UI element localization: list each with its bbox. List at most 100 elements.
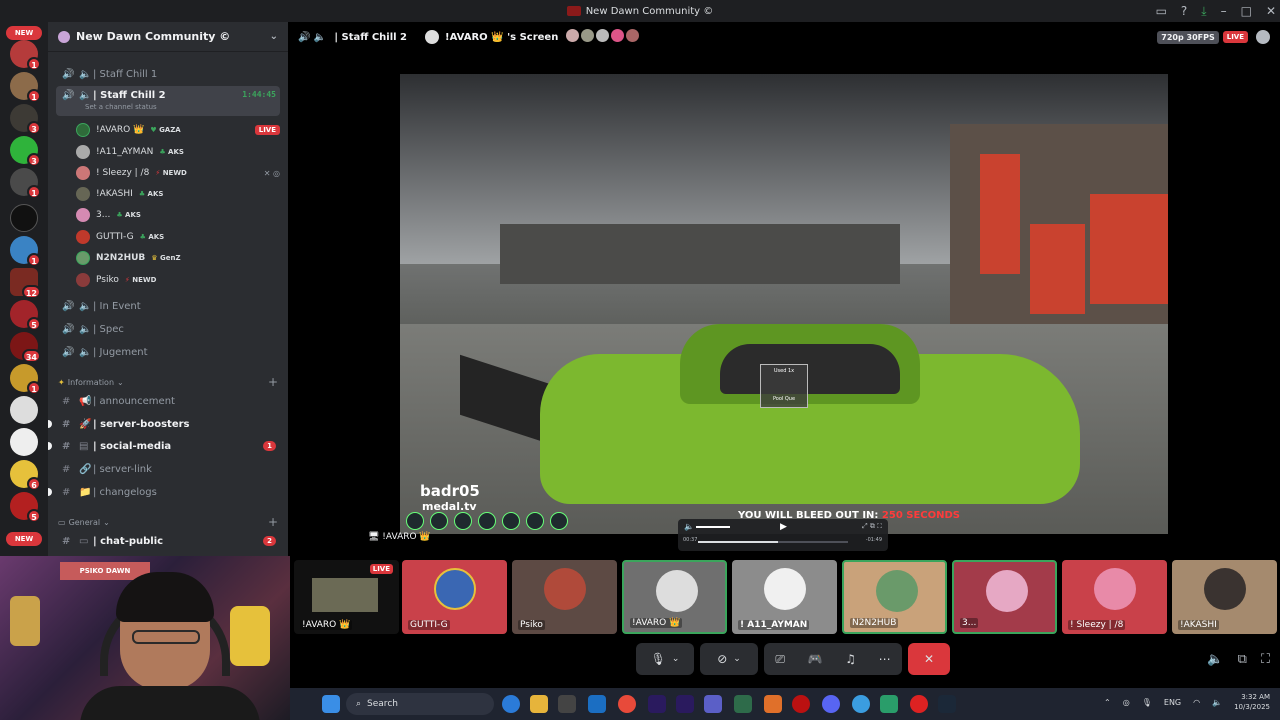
- chevron-down-icon[interactable]: ⌄: [733, 654, 741, 664]
- server-icon-8[interactable]: 12: [10, 268, 41, 299]
- voice-user[interactable]: Psiko ⚡ NEWD: [76, 270, 280, 290]
- language-indicator[interactable]: ENG: [1164, 698, 1181, 707]
- app-icon[interactable]: [880, 695, 898, 713]
- chat-icon[interactable]: [1256, 30, 1270, 44]
- viewer-avatars[interactable]: [564, 29, 640, 45]
- download-icon[interactable]: ⤓: [1201, 4, 1206, 19]
- category-information[interactable]: ✦ Information ⌄ +: [58, 374, 278, 390]
- voice-user[interactable]: GUTTI-G ♣ AKS: [76, 227, 280, 247]
- server-icon-7[interactable]: 1: [10, 236, 41, 267]
- participant-tile[interactable]: GUTTI-G: [402, 560, 507, 634]
- soundboard-icon[interactable]: ♫: [845, 652, 856, 666]
- participant-tile[interactable]: !AVARO 👑: [622, 560, 727, 634]
- text-channel-changelogs[interactable]: # 📁 | changelogs: [56, 482, 280, 502]
- store-icon[interactable]: [558, 695, 576, 713]
- network-icon[interactable]: ◎: [1123, 698, 1130, 707]
- app-icon[interactable]: [734, 695, 752, 713]
- server-icon-10[interactable]: 34: [10, 332, 41, 363]
- seek-bar[interactable]: [698, 541, 778, 543]
- screen-share-icon[interactable]: ⎚: [775, 652, 785, 667]
- new-pill-bottom[interactable]: NEW: [6, 532, 42, 546]
- participant-tile[interactable]: ! Sleezy | /8: [1062, 560, 1167, 634]
- maximize-button[interactable]: □: [1241, 4, 1252, 18]
- server-icon-15[interactable]: 5: [10, 492, 41, 523]
- player-extra-icons[interactable]: ⤢ ⧉ ⛶: [862, 522, 882, 531]
- activity-icon[interactable]: 🎮: [808, 652, 823, 666]
- server-icon-2[interactable]: 1: [10, 72, 41, 103]
- participant-tile-stream[interactable]: LIVE !AVARO 👑: [294, 560, 399, 634]
- close-button[interactable]: ✕: [1266, 4, 1276, 18]
- participant-tile[interactable]: N2N2HUB: [842, 560, 947, 634]
- server-icon-12[interactable]: [10, 396, 38, 424]
- voice-channel-spec[interactable]: 🔊 🔈 | Spec: [56, 319, 280, 339]
- voice-user[interactable]: 3... ♣ AKS: [76, 205, 280, 225]
- fullscreen-icon[interactable]: ⛶: [1261, 652, 1270, 667]
- add-channel-icon[interactable]: +: [268, 515, 278, 529]
- clock[interactable]: 3:32 AM 10/3/2025: [1234, 692, 1270, 712]
- category-general[interactable]: ▭ General ⌄ +: [58, 514, 278, 530]
- inbox-icon[interactable]: ▭: [1156, 4, 1167, 18]
- voice-user[interactable]: !AKASHI ♣ AKS: [76, 184, 280, 204]
- premiere-icon[interactable]: [648, 695, 666, 713]
- wifi-icon[interactable]: ◠: [1193, 698, 1200, 707]
- participant-tile[interactable]: Psiko: [512, 560, 617, 634]
- stream-video[interactable]: Used 1x Pool Que badr05 medal.tv YOU WIL…: [400, 74, 1168, 534]
- edge-icon[interactable]: [502, 695, 520, 713]
- app-icon[interactable]: [792, 695, 810, 713]
- channel-status-hint[interactable]: Set a channel status: [85, 103, 157, 111]
- chevron-up-icon[interactable]: ⌃: [1104, 698, 1111, 707]
- app-icon[interactable]: [764, 695, 782, 713]
- disconnect-button[interactable]: ✕: [908, 643, 950, 675]
- explorer-icon[interactable]: [530, 695, 548, 713]
- server-icon-6[interactable]: [10, 204, 38, 232]
- volume-icon[interactable]: 🔈: [1207, 652, 1223, 667]
- mic-icon[interactable]: 🎙: [1142, 698, 1152, 707]
- app-icon[interactable]: [910, 695, 928, 713]
- voice-channel-jugement[interactable]: 🔊 🔈 | Jugement: [56, 342, 280, 362]
- steam-icon[interactable]: [938, 695, 956, 713]
- participant-tile[interactable]: ! A11_AYMAN: [732, 560, 837, 634]
- text-channel-server-link[interactable]: # 🔗 | server-link: [56, 459, 280, 479]
- teams-icon[interactable]: [704, 695, 722, 713]
- app-icon[interactable]: [852, 695, 870, 713]
- new-pill-top[interactable]: NEW: [6, 26, 42, 40]
- server-icon-13[interactable]: [10, 428, 38, 456]
- voice-user[interactable]: ! Sleezy | /8 ⚡ NEWD ✕ ◎: [76, 163, 280, 183]
- camera-button[interactable]: ⊘ ⌄: [700, 643, 758, 675]
- video-player-controls[interactable]: 🔈 ▶ ⤢ ⧉ ⛶ 00:37 -01:49: [678, 519, 888, 551]
- text-channel-announcement[interactable]: # 📢 | announcement: [56, 391, 280, 411]
- chevron-down-icon[interactable]: ⌄: [672, 654, 680, 664]
- voice-user[interactable]: !A11_AYMAN ♣ AKS: [76, 142, 280, 162]
- play-button[interactable]: ▶: [780, 522, 787, 532]
- popout-icon[interactable]: ⧉: [1238, 652, 1247, 667]
- server-icon-11[interactable]: 1: [10, 364, 41, 395]
- mic-button[interactable]: 🎙 ⌄: [636, 643, 694, 675]
- after-effects-icon[interactable]: [676, 695, 694, 713]
- server-icon-9[interactable]: 5: [10, 300, 41, 331]
- guild-header[interactable]: New Dawn Community © ⌄: [48, 22, 288, 52]
- server-icon-5[interactable]: 1: [10, 168, 41, 199]
- voice-channel-in-event[interactable]: 🔊 🔈 | In Event: [56, 296, 280, 316]
- server-icon-3[interactable]: 3: [10, 104, 41, 135]
- volume-slider[interactable]: [696, 526, 730, 528]
- text-channel-chat-public[interactable]: # ▭ | chat-public 2: [56, 531, 280, 551]
- voice-channel-staff-chill-2[interactable]: 🔊 🔈 | Staff Chill 2 1:44:45 Set a channel st…: [56, 86, 280, 116]
- outlook-icon[interactable]: [588, 695, 606, 713]
- seek-bar-remaining[interactable]: [778, 541, 848, 543]
- help-icon[interactable]: ?: [1181, 4, 1187, 18]
- participant-tile[interactable]: !AKASHI: [1172, 560, 1277, 634]
- voice-user[interactable]: !AVARO 👑 ♥ GAZA LIVE: [76, 120, 280, 140]
- add-channel-icon[interactable]: +: [268, 375, 278, 389]
- text-channel-social-media[interactable]: # ▤ | social-media 1: [56, 436, 280, 456]
- discord-icon[interactable]: [822, 695, 840, 713]
- server-icon-14[interactable]: 6: [10, 460, 41, 491]
- start-icon[interactable]: [322, 695, 340, 713]
- chrome-icon[interactable]: [618, 695, 636, 713]
- voice-user[interactable]: N2N2HUB ♛ GenZ: [76, 248, 280, 268]
- server-icon-1[interactable]: 1: [10, 40, 41, 71]
- more-icon[interactable]: ⋯: [879, 652, 891, 666]
- speaker-icon[interactable]: 🔈: [1212, 698, 1222, 707]
- voice-channel-staff-chill-1[interactable]: 🔊 🔈 | Staff Chill 1: [56, 64, 280, 84]
- minimize-button[interactable]: –: [1221, 4, 1227, 18]
- volume-icon[interactable]: 🔈: [684, 522, 694, 531]
